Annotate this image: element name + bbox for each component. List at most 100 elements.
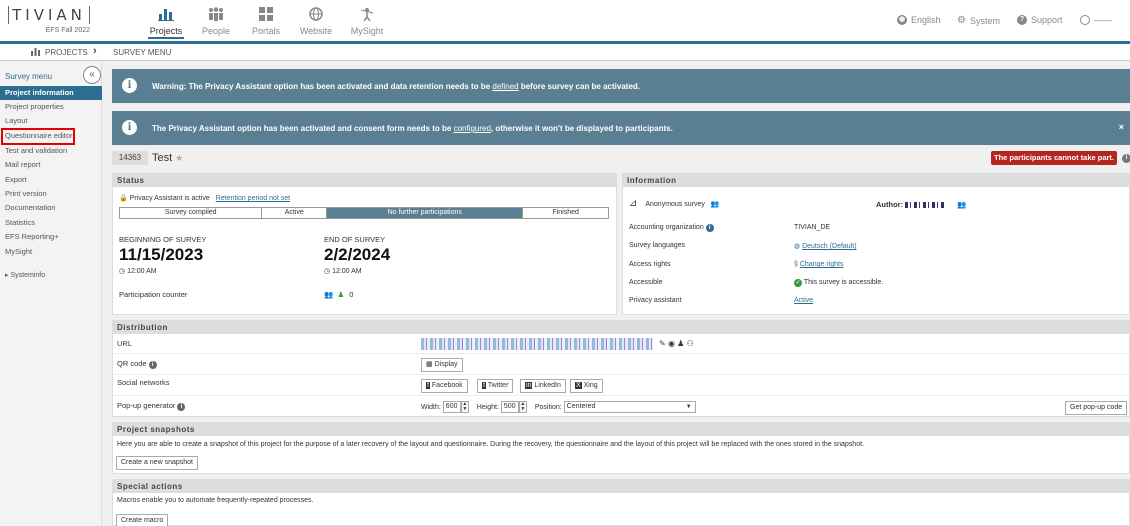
- url-row: URL ✎ ◉ ♟ ⚇: [113, 336, 1130, 354]
- nav-portals[interactable]: Portals: [250, 5, 282, 36]
- nav-website[interactable]: Website: [299, 5, 333, 36]
- close-icon[interactable]: ×: [1119, 122, 1124, 132]
- qr-display-label: Display: [434, 361, 458, 368]
- cannot-take-part-badge[interactable]: The participants cannot take part.: [991, 151, 1117, 165]
- sidebar-item-documentation[interactable]: Documentation: [0, 201, 102, 215]
- info-icon[interactable]: i: [705, 224, 714, 232]
- retention-link[interactable]: Retention period not set: [216, 195, 290, 202]
- breadcrumb: PROJECTS › SURVEY MENU: [0, 44, 1130, 61]
- info-icon[interactable]: i: [177, 403, 186, 411]
- warning-text-post: before survey can be activated.: [518, 82, 641, 91]
- width-stepper[interactable]: ▲ ▼: [460, 401, 469, 413]
- user-icon: [1080, 15, 1090, 25]
- clock-icon: ◷: [324, 268, 331, 275]
- accounting-value: TIVIAN_DE: [794, 224, 831, 231]
- star-icon[interactable]: ★: [175, 153, 183, 163]
- people-small-icon: 👥: [710, 201, 720, 208]
- sidebar-heading: Survey menu: [5, 72, 53, 81]
- person-icon[interactable]: ♟: [677, 339, 684, 348]
- position-label: Position:: [534, 403, 562, 411]
- sidebar-item-layout[interactable]: Layout: [0, 114, 102, 128]
- facebook-button[interactable]: f Facebook: [421, 379, 468, 393]
- snapshots-heading: Project snapshots: [113, 423, 1129, 436]
- special-actions-description: Macros enable you to automate frequently…: [117, 497, 314, 504]
- people-icon[interactable]: ⚇: [687, 339, 694, 348]
- sidebar-item-mysight[interactable]: MySight: [0, 245, 102, 259]
- system-menu[interactable]: ⚙ System: [957, 15, 1000, 26]
- people-icon: [200, 5, 232, 23]
- end-time: ◷ 12:00 AM: [324, 267, 362, 275]
- language-menu[interactable]: ◉ English: [897, 15, 941, 25]
- edit-icon[interactable]: ✎: [659, 339, 666, 348]
- anonymous-survey: ⊿ Anonymous survey 👥: [629, 198, 720, 209]
- collapse-sidebar-button[interactable]: «: [83, 66, 101, 84]
- bar-chart-icon: [148, 5, 184, 23]
- tivian-logo[interactable]: TIVIAN EFS Fall 2022: [8, 6, 90, 34]
- height-input[interactable]: 500: [500, 401, 519, 413]
- gear-icon: ⚙: [957, 15, 966, 26]
- accessible-value: ✓ This survey is accessible.: [794, 279, 883, 287]
- nav-mysight[interactable]: MySight: [350, 5, 384, 36]
- project-title-text: Test: [152, 152, 173, 164]
- get-popup-code-button[interactable]: Get pop-up code: [1065, 401, 1128, 415]
- info-icon[interactable]: i: [1122, 154, 1130, 163]
- create-snapshot-button[interactable]: Create a new snapshot: [116, 456, 198, 470]
- nav-projects[interactable]: Projects: [148, 5, 184, 39]
- author-label: Author:: [876, 200, 904, 209]
- sidebar-item-test-and-validation[interactable]: Test and validation: [0, 144, 102, 158]
- user-menu[interactable]: ——: [1080, 15, 1112, 25]
- popup-row: Pop-up generator i Width: 600 ▲ ▼ Height: …: [113, 397, 1130, 417]
- survey-url-field[interactable]: [421, 338, 653, 350]
- logo-subtitle: EFS Fall 2022: [45, 27, 90, 34]
- position-select[interactable]: Centered ▼: [563, 401, 696, 413]
- support-menu[interactable]: ? Support: [1017, 15, 1063, 25]
- globe-small-icon: ◉: [897, 15, 907, 25]
- consent-banner: i The Privacy Assistant option has been …: [112, 111, 1130, 145]
- xing-button[interactable]: X Xing: [570, 379, 603, 393]
- width-input[interactable]: 600: [442, 401, 461, 413]
- languages-value[interactable]: ◍ Deutsch (Default): [794, 242, 857, 250]
- nav-website-label: Website: [299, 26, 333, 36]
- twitter-button[interactable]: t Twitter: [477, 379, 514, 393]
- sidebar-item-export[interactable]: Export: [0, 173, 102, 187]
- languages-link[interactable]: Deutsch (Default): [802, 243, 856, 250]
- linkedin-button[interactable]: in LinkedIn: [520, 379, 566, 393]
- twitter-icon: t: [482, 382, 486, 389]
- phase-finished: Finished: [552, 209, 579, 216]
- sidebar-item-project-information[interactable]: Project information: [0, 86, 102, 100]
- participation-counter: 👥 ♟ 0: [324, 290, 353, 299]
- end-time-text: 12:00 AM: [332, 268, 362, 275]
- change-rights-link[interactable]: Change rights: [800, 261, 844, 268]
- privacy-assistant-link[interactable]: Active: [794, 297, 813, 304]
- info-icon[interactable]: i: [148, 361, 157, 369]
- sidebar-item-mail-report[interactable]: Mail report: [0, 158, 102, 172]
- breadcrumb-projects[interactable]: PROJECTS: [45, 48, 88, 57]
- eye-icon[interactable]: ◉: [668, 339, 675, 348]
- sidebar-item-project-properties[interactable]: Project properties: [0, 100, 102, 114]
- facebook-label: Facebook: [431, 382, 463, 389]
- clock-icon: ◷: [119, 268, 126, 275]
- distribution-panel: Distribution URL ✎ ◉ ♟ ⚇ QR code i ▦ Dis…: [112, 320, 1130, 417]
- participation-count: 0: [349, 290, 354, 299]
- warning-banner: i Warning: The Privacy Assistant option …: [112, 69, 1130, 103]
- qr-display-button[interactable]: ▦ Display: [421, 358, 463, 372]
- sidebar-item-efs-reporting[interactable]: EFS Reporting+: [0, 230, 102, 244]
- logo-text: TIVIAN: [8, 6, 90, 24]
- end-date: 2/2/2024: [324, 245, 391, 264]
- begin-label: BEGINNING OF SURVEY: [119, 235, 207, 244]
- create-macro-button[interactable]: Create macro: [116, 514, 169, 526]
- defined-link[interactable]: defined: [492, 82, 518, 91]
- qr-label: QR code i: [117, 359, 157, 369]
- status-heading: Status: [113, 174, 616, 187]
- anonymous-label: Anonymous survey: [645, 201, 705, 208]
- sidebar-item-print-version[interactable]: Print version: [0, 187, 102, 201]
- sidebar-item-statistics[interactable]: Statistics: [0, 216, 102, 230]
- end-label: END OF SURVEY: [324, 235, 386, 244]
- breadcrumb-survey-menu[interactable]: SURVEY MENU: [113, 48, 171, 57]
- sidebar-systeminfo[interactable]: ▸ Systeminfo: [0, 269, 102, 283]
- height-stepper[interactable]: ▲ ▼: [518, 401, 527, 413]
- access-rights-value[interactable]: § Change rights: [794, 261, 843, 268]
- qr-label-text: QR code: [117, 359, 147, 368]
- nav-people[interactable]: People: [200, 5, 232, 36]
- configured-link[interactable]: configured: [454, 124, 491, 133]
